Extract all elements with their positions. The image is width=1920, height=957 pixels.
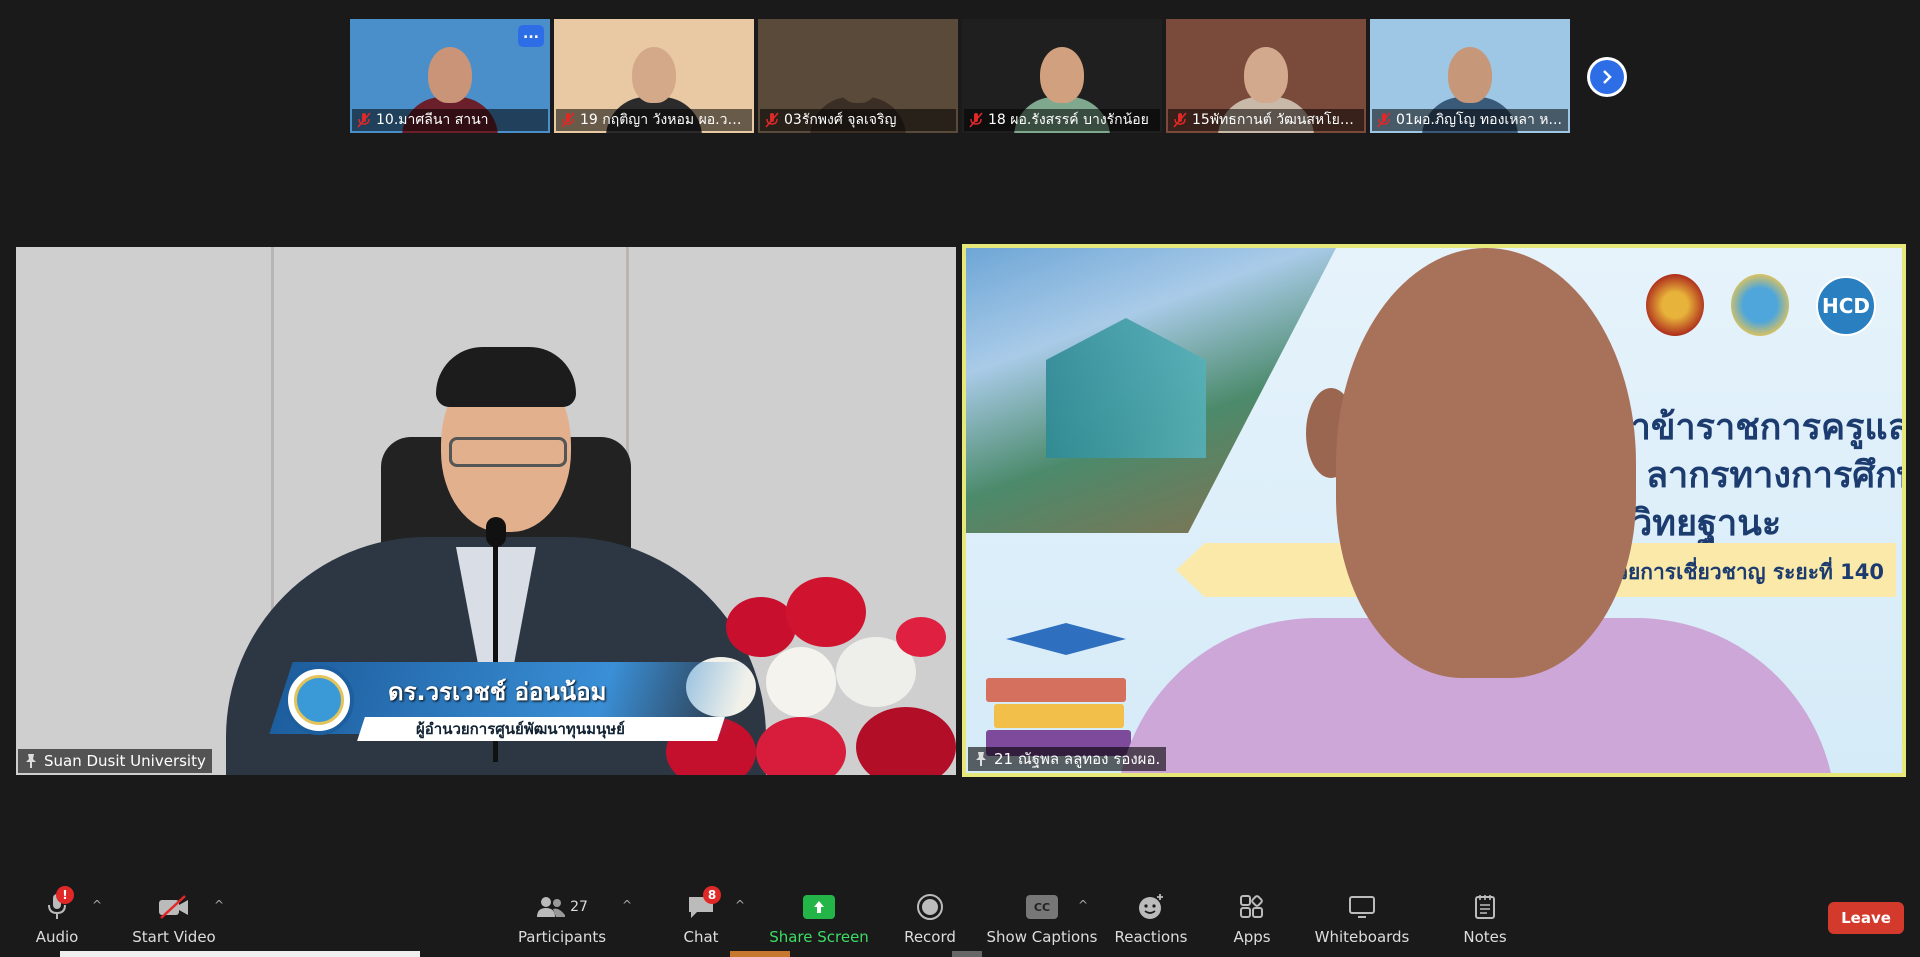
participant-thumbnail[interactable]: 03รักพงศ์ จุลเจริญ <box>758 19 958 133</box>
thumbnail-name-label: 03รักพงศ์ จุลเจริญ <box>760 109 956 131</box>
participant-face <box>1244 47 1288 103</box>
whiteboard-icon <box>1348 892 1376 922</box>
participant-name-label: 21 ณัฐพล ลลูทอง รองผอ. <box>968 747 1167 771</box>
university-seal-icon <box>284 665 354 735</box>
participant-thumbnail[interactable]: 19 กฤติญา วังหอม ผอ.วอ... <box>554 19 754 133</box>
mic-muted-icon <box>560 112 576 128</box>
video-tile-active-speaker[interactable]: นาข้าราชการครูและ ลากรทางการศึกษา ก ละเล… <box>962 244 1906 777</box>
participant-thumbnail[interactable]: 01ผอ.ภิญโญ ทองเหลา ห... <box>1370 19 1570 133</box>
participant-thumbnail[interactable]: 15พัทธกานต์ วัฒนสหโยธิ... <box>1166 19 1366 133</box>
taskbar-preview <box>60 951 420 957</box>
mic-muted-icon <box>1376 112 1392 128</box>
ministry-logo-icon <box>1646 274 1704 336</box>
participants-count: 27 <box>570 899 588 915</box>
participants-button[interactable]: 27 Participants <box>517 892 607 948</box>
start-video-button[interactable]: Start Video <box>132 892 216 948</box>
thumbnail-name-label: 01ผอ.ภิญโญ ทองเหลา ห... <box>1372 109 1568 131</box>
participant-face <box>632 47 676 103</box>
mic-muted-icon <box>764 112 780 128</box>
share-screen-icon-wrap <box>803 892 835 922</box>
chevron-right-icon <box>1590 60 1624 94</box>
notes-icon <box>1474 892 1496 922</box>
taskbar-preview <box>952 951 982 957</box>
captions-icon-wrap: CC <box>1026 892 1058 922</box>
thumbnail-name-label: 19 กฤติญา วังหอม ผอ.วอ... <box>556 109 752 131</box>
show-captions-label: Show Captions <box>986 928 1098 946</box>
mic-muted-icon <box>968 112 984 128</box>
taskbar-preview <box>730 951 790 957</box>
start-video-label: Start Video <box>132 928 216 946</box>
notes-label: Notes <box>1463 928 1507 946</box>
apps-button[interactable]: Apps <box>1232 892 1272 948</box>
chat-button[interactable]: 8 Chat <box>680 886 722 948</box>
microphone-icon: ! <box>46 886 74 922</box>
participant-face <box>836 47 880 103</box>
participant-face <box>1040 47 1084 103</box>
participant-thumbnail[interactable]: 10.มาศลีนา สานา... <box>350 19 550 133</box>
apps-icon <box>1239 892 1265 922</box>
chat-icon: 8 <box>687 886 721 922</box>
closed-captions-icon: CC <box>1026 895 1058 919</box>
participant-thumbnail[interactable]: 18 ผอ.รังสรรค์ บางรักน้อย <box>962 19 1162 133</box>
notes-button[interactable]: Notes <box>1463 892 1507 948</box>
video-tile-suan-dusit[interactable]: ดร.วรเวชช์ อ่อนน้อม ผู้อำนวยการศูนย์พัฒน… <box>16 247 956 775</box>
chat-options-caret[interactable]: ^ <box>735 898 749 912</box>
thumbnail-name-label: 18 ผอ.รังสรรค์ บางรักน้อย <box>964 109 1160 131</box>
captions-options-caret[interactable]: ^ <box>1078 898 1092 912</box>
share-screen-icon <box>803 895 835 919</box>
whiteboards-button[interactable]: Whiteboards <box>1315 892 1409 948</box>
lower-third-title: ผู้อำนวยการศูนย์พัฒนาทุนมนุษย์ <box>357 717 725 741</box>
speaker-glasses <box>449 437 567 467</box>
more-options-button[interactable]: ... <box>518 25 544 47</box>
chat-label: Chat <box>683 928 719 946</box>
participant-name-label: Suan Dusit University <box>18 749 212 773</box>
thumbnail-name-label: 10.มาศลีนา สานา <box>352 109 548 131</box>
pin-icon <box>976 752 986 766</box>
participants-options-caret[interactable]: ^ <box>622 898 636 912</box>
audio-button[interactable]: ! Audio <box>35 886 79 948</box>
meeting-toolbar: ! Audio ^ Start Video ^ 27 Participants … <box>0 880 1920 957</box>
chat-unread-badge: 8 <box>703 886 721 904</box>
participants-label: Participants <box>517 928 607 946</box>
pin-icon <box>26 754 36 768</box>
thumbnail-strip: 10.มาศลีนา สานา... 19 กฤติญา วังหอม ผอ.วอ… <box>350 19 1570 133</box>
speaker-hair <box>436 347 576 407</box>
thumbnail-name-label: 15พัทธกานต์ วัฒนสหโยธิ... <box>1168 109 1364 131</box>
smiley-icon <box>1137 892 1165 922</box>
reactions-button[interactable]: Reactions <box>1115 892 1187 948</box>
audio-warning-badge: ! <box>56 886 74 904</box>
record-label: Record <box>904 928 956 946</box>
hcd-logo: HCD <box>1816 276 1876 336</box>
participant-face <box>1448 47 1492 103</box>
participant-face <box>428 47 472 103</box>
leave-button[interactable]: Leave <box>1828 902 1904 934</box>
speaker-head <box>1336 248 1636 678</box>
share-screen-label: Share Screen <box>769 928 869 946</box>
mic-muted-icon <box>1172 112 1188 128</box>
participants-icon: 27 <box>536 892 588 922</box>
next-page-button[interactable] <box>1587 57 1627 97</box>
apps-label: Apps <box>1233 928 1271 946</box>
reactions-label: Reactions <box>1114 928 1188 946</box>
microphone-icon <box>486 517 506 547</box>
video-off-icon <box>157 892 191 922</box>
audio-options-caret[interactable]: ^ <box>92 898 106 912</box>
mic-muted-icon <box>356 112 372 128</box>
lower-third-name: ดร.วรเวชช์ อ่อนน้อม <box>388 678 607 706</box>
record-icon <box>916 892 944 922</box>
record-button[interactable]: Record <box>904 892 956 948</box>
video-options-caret[interactable]: ^ <box>214 898 228 912</box>
whiteboards-label: Whiteboards <box>1314 928 1410 946</box>
university-seal-icon <box>1731 274 1789 336</box>
audio-label: Audio <box>35 928 79 946</box>
share-screen-button[interactable]: Share Screen <box>769 892 869 948</box>
